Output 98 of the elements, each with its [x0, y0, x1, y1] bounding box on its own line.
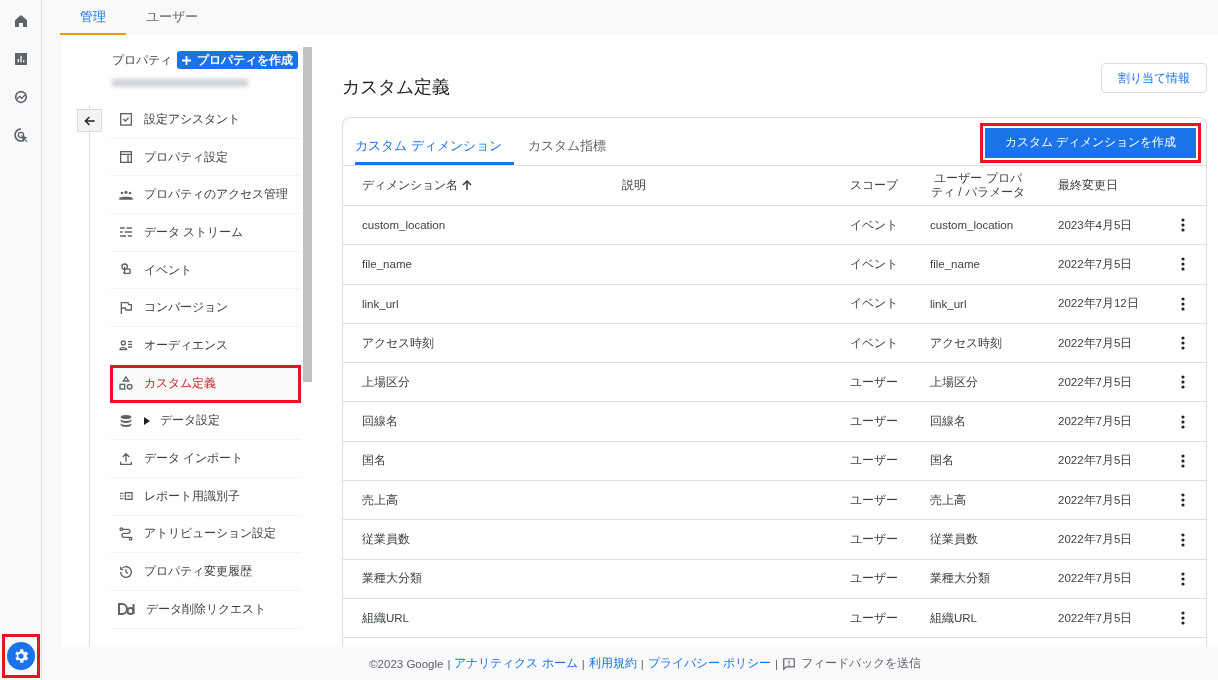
more-vertical-icon: [1181, 336, 1185, 351]
table-cell-text: ユーザー: [850, 532, 899, 547]
column-header[interactable]: ディメンション名: [362, 178, 622, 193]
tab[interactable]: ユーザー: [126, 0, 218, 35]
footer-link[interactable]: プライバシー ポリシー: [647, 656, 771, 671]
separator: |: [774, 657, 778, 670]
table-cell-text: ユーザー: [850, 453, 899, 469]
route-icon: [118, 525, 134, 542]
more-vertical-icon: [1181, 375, 1185, 390]
database-icon: [118, 412, 134, 429]
separator: |: [581, 657, 585, 670]
table-cell-text: 上場区分: [362, 374, 411, 390]
layout-icon: [118, 149, 134, 166]
more-vertical-icon: [1181, 453, 1185, 468]
table-cell-text: 国名: [930, 453, 955, 469]
column-header: 説明: [622, 178, 647, 193]
table-cell-text: 業種大分類: [930, 571, 991, 587]
table-cell-text: 2022年7月5日: [1058, 492, 1134, 508]
table-cell-text: 業種大分類: [362, 571, 423, 587]
more-vertical-icon: [1181, 532, 1185, 547]
table-cell-text: イベント: [850, 296, 899, 312]
table-cell-text: ユーザー: [850, 414, 899, 430]
history-icon: [118, 563, 134, 580]
more-vertical-icon: [1181, 414, 1185, 429]
column-header: ユーザー プロパティ / パラメータ: [930, 172, 1026, 199]
trend-circle-icon: [12, 89, 29, 105]
feedback-icon: [781, 656, 796, 671]
flag-icon: [118, 299, 134, 316]
sidebar-item[interactable]: カスタム定義: [110, 364, 302, 403]
table-cell-text: 売上高: [362, 492, 399, 508]
page-title: カスタム定義: [342, 76, 450, 99]
dd-icon: [118, 602, 136, 617]
table-cell-text: ユーザー: [850, 374, 899, 390]
target-cursor-icon: [12, 127, 29, 143]
sort-up-arrow-icon: [462, 180, 472, 191]
more-vertical-icon: [1181, 257, 1185, 272]
bar-chart-icon: [12, 51, 29, 67]
caret-icon: [144, 416, 150, 425]
table-cell-text: ユーザー: [850, 492, 899, 508]
more-vertical-icon: [1181, 611, 1185, 626]
clipboard-check-icon: [118, 111, 134, 128]
table-cell-text: 2022年7月5日: [1058, 414, 1134, 430]
table-cell-text: 2022年7月5日: [1058, 374, 1134, 390]
table-cell-text: file_name: [362, 258, 413, 271]
separator: |: [447, 657, 451, 670]
back-button[interactable]: [77, 109, 102, 132]
shapes-icon: [118, 375, 134, 392]
upload-icon: [118, 450, 134, 467]
table-cell-text: file_name: [930, 258, 981, 271]
table-cell-text: 2023年4月5日: [1058, 217, 1134, 233]
column-header: スコープ: [850, 178, 900, 193]
tab[interactable]: カスタム ディメンション: [355, 129, 514, 165]
table-cell-text: link_url: [362, 297, 400, 310]
table-cell-text: 回線名: [362, 414, 399, 430]
more-vertical-icon: [1181, 571, 1185, 586]
table-cell-text: 2022年7月5日: [1058, 571, 1134, 587]
more-vertical-icon: [1181, 493, 1185, 508]
home-icon: [12, 13, 29, 29]
table-cell-text: ユーザー: [850, 610, 899, 626]
create-property-button[interactable]: プロパティを作成: [177, 51, 298, 69]
table-cell-text: ユーザー: [850, 571, 899, 587]
property-label: プロパティ: [112, 51, 172, 69]
table-cell-text: 上場区分: [930, 374, 979, 390]
table-cell-text: アクセス時刻: [930, 335, 1003, 351]
table-cell-text: 2022年7月5日: [1058, 256, 1134, 272]
copyright-text: ©2023 Google: [369, 657, 444, 670]
footer-link[interactable]: アナリティクス ホーム: [454, 656, 578, 671]
table-cell-text: 従業員数: [930, 532, 979, 547]
table-cell-text: イベント: [850, 335, 899, 351]
more-vertical-icon: [1181, 218, 1185, 233]
scrollbar-thumb[interactable]: [303, 47, 312, 382]
separator: |: [640, 657, 644, 670]
table-cell-text: 回線名: [930, 414, 967, 430]
table-cell-text: 売上高: [930, 492, 967, 508]
table-cell-text: 組織URL: [362, 610, 410, 626]
create-dimension-button[interactable]: カスタム ディメンションを作成: [984, 127, 1196, 158]
table-cell-text: 従業員数: [362, 532, 411, 547]
column-header: 最終変更日: [1058, 178, 1119, 193]
assignment-info-button[interactable]: 割り当て情報: [1101, 63, 1207, 93]
table-cell-text: 2022年7月5日: [1058, 532, 1134, 547]
table-cell-text: custom_location: [930, 219, 1015, 232]
feedback-button[interactable]: フィードバックを送信: [781, 656, 921, 671]
table-cell-text: 組織URL: [930, 610, 978, 626]
table-cell-text: 2022年7月5日: [1058, 335, 1134, 351]
footer-link[interactable]: 利用規約: [588, 656, 637, 671]
table-cell-text: 2022年7月5日: [1058, 610, 1134, 626]
table-cell-text: イベント: [850, 217, 899, 233]
table-cell-text: 2022年7月5日: [1058, 453, 1134, 469]
plus-icon: [182, 55, 191, 65]
more-vertical-icon: [1181, 296, 1185, 311]
table-cell-text: custom_location: [362, 219, 447, 232]
table-cell-text: 国名: [362, 453, 387, 469]
settings-button[interactable]: [2, 634, 40, 678]
tab[interactable]: カスタム指標: [527, 129, 618, 165]
table-cell-text: link_url: [930, 297, 968, 310]
table-cell-text: イベント: [850, 256, 899, 272]
table-cell-text: 2022年7月12日: [1058, 296, 1140, 312]
table-cell-text: アクセス時刻: [362, 335, 435, 351]
